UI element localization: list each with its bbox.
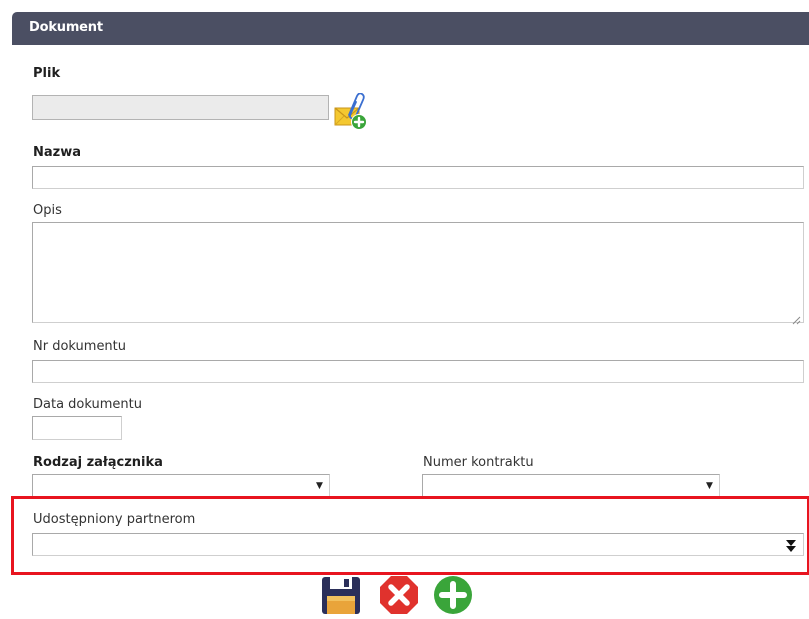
cancel-icon[interactable] bbox=[379, 575, 419, 615]
opis-textarea[interactable] bbox=[32, 222, 804, 323]
double-chevron-down-icon bbox=[786, 538, 796, 552]
numer-kontraktu-select[interactable]: ▼ bbox=[422, 474, 720, 497]
udostepniony-partnerom-select[interactable] bbox=[32, 533, 804, 556]
udostepniony-partnerom-label: Udostępniony partnerom bbox=[33, 512, 196, 527]
nazwa-label: Nazwa bbox=[33, 145, 82, 160]
resize-grip-icon[interactable] bbox=[791, 310, 801, 325]
chevron-down-icon: ▼ bbox=[316, 481, 323, 491]
nr-dokumentu-input[interactable] bbox=[32, 360, 804, 383]
rodzaj-zalacznika-label: Rodzaj załącznika bbox=[33, 455, 163, 470]
rodzaj-zalacznika-select[interactable]: ▼ bbox=[32, 474, 330, 497]
data-dokumentu-label: Data dokumentu bbox=[33, 397, 142, 412]
data-dokumentu-input[interactable] bbox=[32, 416, 122, 440]
opis-label: Opis bbox=[33, 203, 62, 218]
add-icon[interactable] bbox=[433, 575, 473, 615]
plik-label: Plik bbox=[33, 66, 61, 81]
nr-dokumentu-label: Nr dokumentu bbox=[33, 339, 127, 354]
chevron-down-icon: ▼ bbox=[706, 481, 713, 491]
numer-kontraktu-label: Numer kontraktu bbox=[423, 455, 534, 470]
nazwa-input[interactable] bbox=[32, 166, 804, 189]
panel-title: Dokument bbox=[29, 20, 103, 35]
panel-header: Dokument bbox=[12, 12, 809, 45]
plik-file-field bbox=[32, 95, 329, 120]
attach-envelope-icon[interactable] bbox=[333, 92, 369, 131]
save-icon[interactable] bbox=[321, 576, 361, 615]
